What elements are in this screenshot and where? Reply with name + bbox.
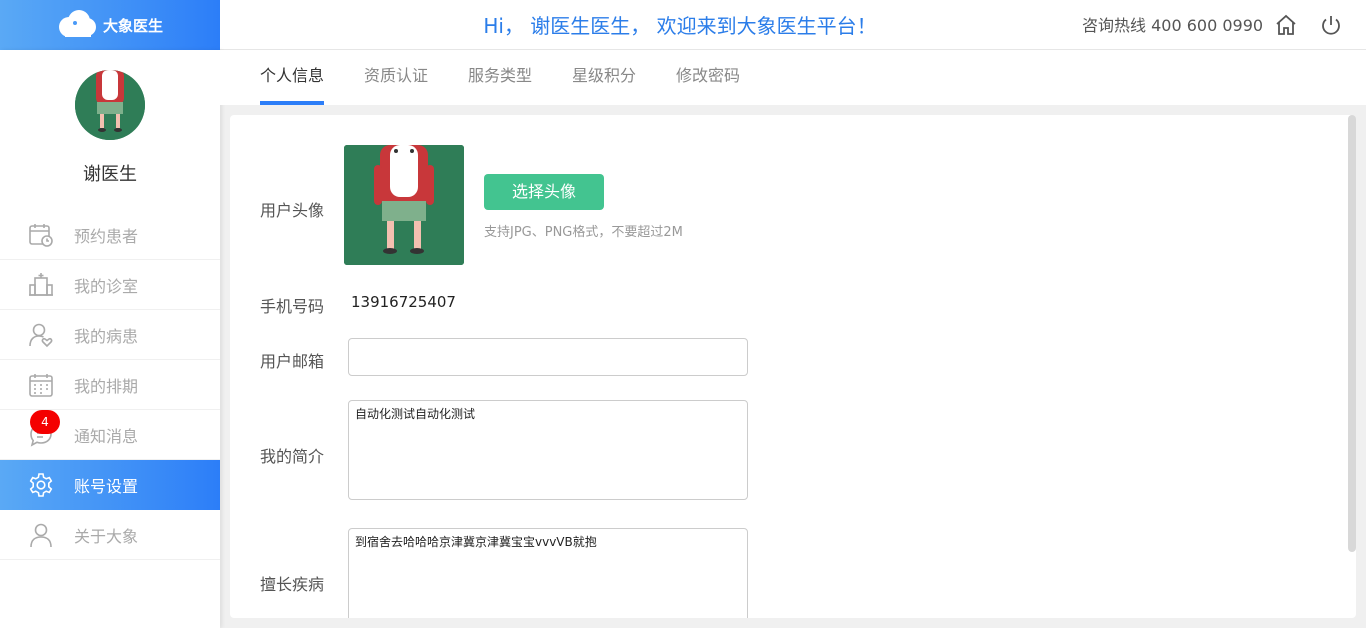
sidebar-item-clinic[interactable]: 我的诊室 — [0, 260, 220, 310]
phone-label: 手机号码 — [260, 297, 325, 316]
avatar-label: 用户头像 — [260, 201, 325, 220]
gear-icon — [29, 473, 53, 497]
tab-change-password[interactable]: 修改密码 — [676, 50, 740, 105]
logo-text: 大象医生 — [102, 16, 163, 35]
phone-value: 13916725407 — [351, 293, 456, 311]
sidebar-item-patients[interactable]: 我的病患 — [0, 310, 220, 360]
sidebar: 谢医生 预约患者 我的诊室 我的病患 我的排期 4 通知消息 账号设置 关于大象 — [0, 50, 220, 628]
hospital-building-icon — [29, 273, 53, 296]
tab-personal-info[interactable]: 个人信息 — [260, 50, 325, 105]
profile-avatar-image — [344, 145, 464, 265]
email-field[interactable] — [348, 338, 748, 376]
choose-avatar-button[interactable]: 选择头像 — [484, 174, 604, 210]
specialty-label: 擅长疾病 — [260, 575, 325, 594]
patient-heart-icon — [29, 323, 53, 348]
logo[interactable]: 大象医生 — [0, 0, 220, 50]
sidebar-item-label: 我的排期 — [74, 376, 139, 396]
tab-qualification[interactable]: 资质认证 — [364, 50, 428, 105]
avatar-format-hint: 支持JPG、PNG格式，不要超过2M — [484, 225, 683, 240]
sidebar-item-label: 预约患者 — [74, 226, 139, 246]
home-icon[interactable] — [1274, 13, 1298, 37]
intro-label: 我的简介 — [260, 447, 325, 466]
sidebar-item-account-settings[interactable]: 账号设置 — [0, 460, 220, 510]
user-icon — [30, 523, 52, 548]
top-bar: 大象医生 Hi， 谢医生医生， 欢迎来到大象医生平台！ 咨询热线 400 600… — [0, 0, 1366, 50]
santa-avatar-image — [344, 145, 464, 265]
sidebar-menu: 预约患者 我的诊室 我的病患 我的排期 4 通知消息 账号设置 关于大象 — [0, 210, 220, 560]
sidebar-item-label: 我的诊室 — [74, 276, 139, 296]
doctor-name: 谢医生 — [83, 164, 137, 185]
notification-badge: 4 — [30, 410, 60, 434]
personal-info-form: 用户头像 选择头像 支持JPG、PNG格式，不要超过2M 手机号码 139167… — [230, 115, 1356, 618]
sidebar-item-label: 关于大象 — [74, 526, 139, 546]
calendar-clock-icon — [29, 224, 53, 247]
tab-service-type[interactable]: 服务类型 — [468, 50, 532, 105]
tab-star-points[interactable]: 星级积分 — [572, 50, 636, 105]
sidebar-item-label: 账号设置 — [74, 477, 139, 496]
elephant-cloud-icon — [58, 10, 96, 37]
specialty-textarea[interactable]: 到宿舍去哈哈哈京津冀京津冀宝宝vvvVB就抱 — [348, 528, 748, 618]
sidebar-item-label: 通知消息 — [74, 426, 139, 446]
welcome-message: Hi， 谢医生医生， 欢迎来到大象医生平台！ — [483, 14, 877, 38]
sidebar-item-about[interactable]: 关于大象 — [0, 510, 220, 560]
avatar[interactable] — [75, 70, 145, 140]
sidebar-item-appointments[interactable]: 预约患者 — [0, 210, 220, 260]
email-label: 用户邮箱 — [260, 352, 325, 371]
hotline: 咨询热线 400 600 0990 — [1082, 16, 1264, 35]
sidebar-item-label: 我的病患 — [74, 326, 139, 346]
settings-tabs: 个人信息 资质认证 服务类型 星级积分 修改密码 — [220, 50, 1366, 105]
scrollbar[interactable] — [1348, 115, 1356, 552]
power-icon[interactable] — [1319, 13, 1343, 37]
intro-textarea[interactable]: 自动化测试自动化测试 — [348, 400, 748, 500]
schedule-calendar-icon — [29, 374, 53, 397]
sidebar-item-schedule[interactable]: 我的排期 — [0, 360, 220, 410]
santa-avatar-image — [75, 70, 145, 140]
sidebar-item-notifications[interactable]: 4 通知消息 — [0, 410, 220, 460]
